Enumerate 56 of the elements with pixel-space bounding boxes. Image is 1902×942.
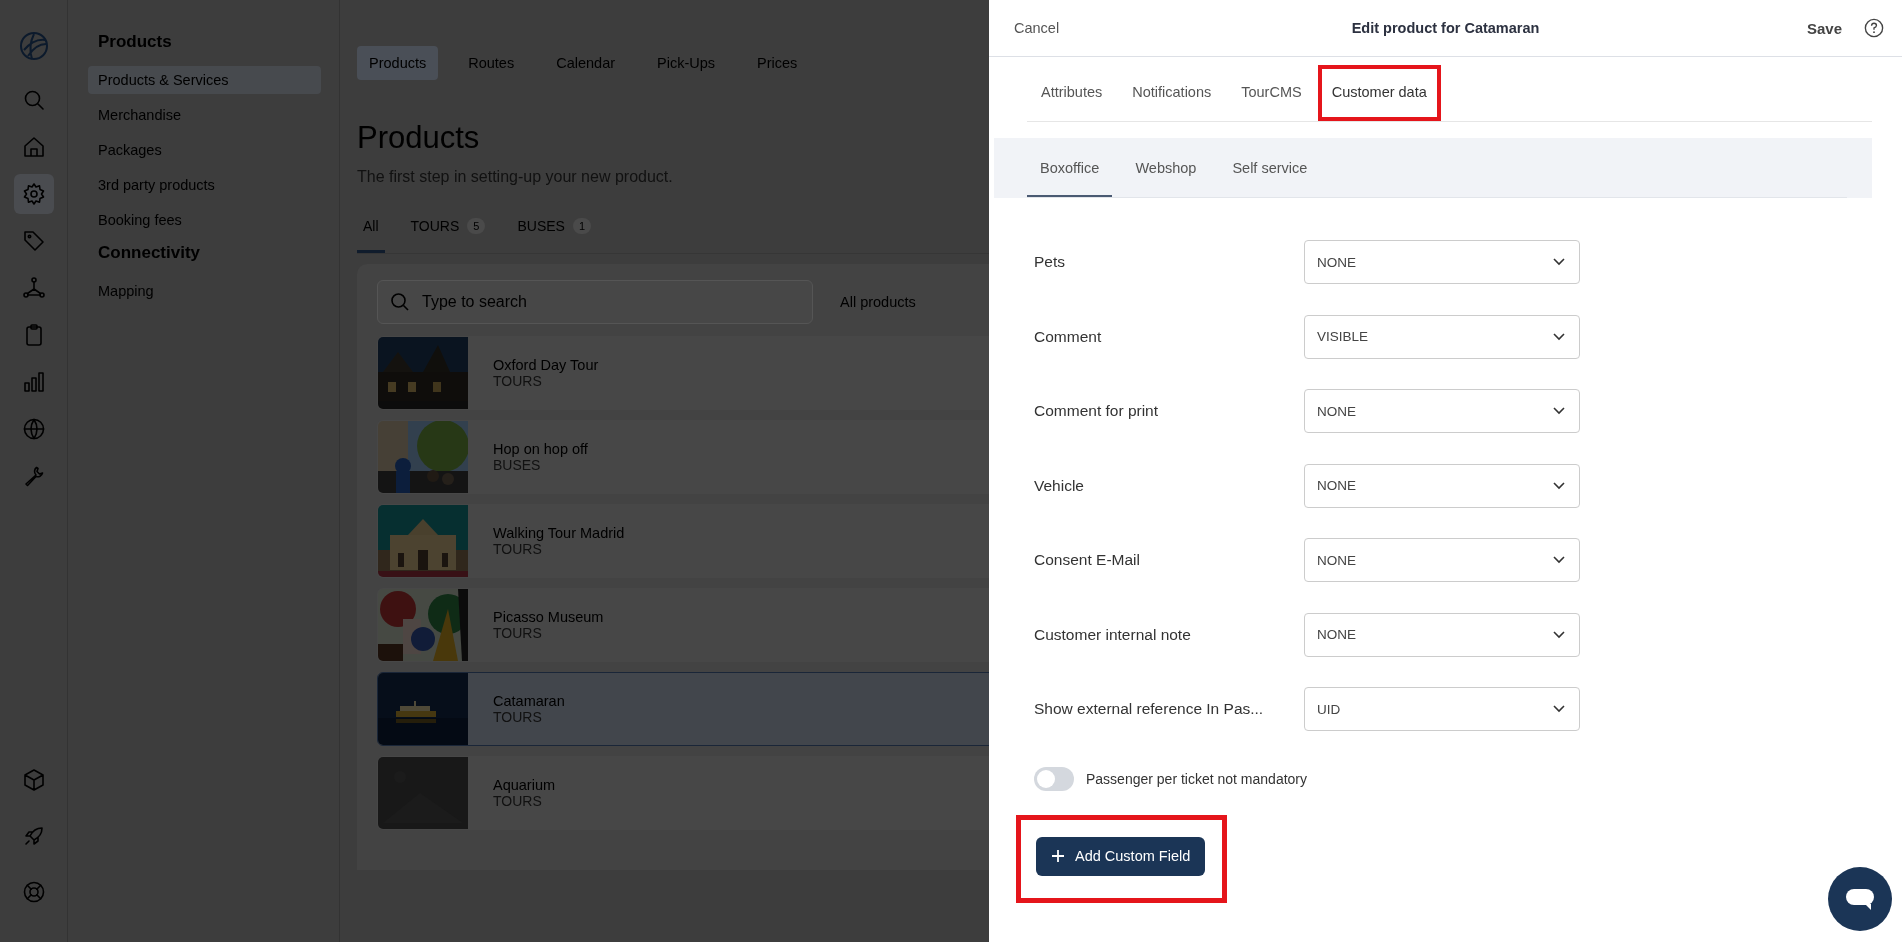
drawer-title: Edit product for Catamaran xyxy=(1351,20,1540,36)
chevron-down-icon xyxy=(1553,705,1565,714)
drawer-tab[interactable]: TourCMS xyxy=(1227,65,1316,121)
count-badge: 5 xyxy=(467,218,486,234)
product-category: TOURS xyxy=(493,709,543,725)
visibility-dropdown[interactable]: NONE xyxy=(1304,240,1580,285)
product-name: Walking Tour Madrid xyxy=(493,525,625,541)
toggle-label: Passenger per ticket not mandatory xyxy=(1086,770,1307,787)
chevron-down-icon xyxy=(1553,258,1565,267)
product-name: Catamaran xyxy=(493,693,565,709)
field-label: Comment xyxy=(1034,327,1103,346)
search-field[interactable]: Type to search xyxy=(377,280,813,324)
toggle-switch[interactable] xyxy=(1034,766,1074,791)
visibility-dropdown[interactable]: UID xyxy=(1304,687,1580,732)
chevron-down-icon xyxy=(1553,481,1565,490)
help-icon[interactable] xyxy=(1864,18,1884,38)
search-icon xyxy=(390,292,410,312)
settings-icon[interactable] xyxy=(13,174,54,214)
product-name: Aquarium xyxy=(493,777,556,793)
field-label: Customer internal note xyxy=(1034,625,1192,644)
globe-logo-icon[interactable] xyxy=(17,30,50,62)
sidebar-heading: Connectivity xyxy=(97,242,202,264)
cancel-link[interactable]: Cancel xyxy=(1014,20,1060,36)
save-link[interactable]: Save xyxy=(1806,19,1842,37)
chevron-down-icon xyxy=(1553,332,1565,341)
sub-tab[interactable]: Self service xyxy=(1219,138,1321,197)
sidebar-heading: Products xyxy=(97,31,173,53)
filter-tab-label: BUSES xyxy=(517,218,565,234)
visibility-dropdown[interactable]: VISIBLE xyxy=(1304,314,1580,359)
field-label: Pets xyxy=(1034,253,1066,272)
visibility-dropdown[interactable]: NONE xyxy=(1304,389,1580,434)
field-label: Show external reference In Pas... xyxy=(1034,700,1265,719)
product-name: Hop on hop off xyxy=(493,441,588,457)
count-badge: 1 xyxy=(572,218,592,234)
add-custom-field-button[interactable]: Add Custom Field xyxy=(1036,836,1206,876)
chevron-down-icon xyxy=(1553,407,1565,416)
field-label: Consent E-Mail xyxy=(1034,551,1141,570)
sub-tab[interactable]: Boxoffice xyxy=(1027,138,1113,197)
page-title: Products xyxy=(357,120,480,156)
plus-icon xyxy=(1051,849,1065,863)
drawer-tab[interactable]: Customer data xyxy=(1317,65,1441,121)
filter-tab-label: All xyxy=(363,218,379,234)
visibility-dropdown[interactable]: NONE xyxy=(1304,463,1580,508)
field-label: Vehicle xyxy=(1034,476,1085,495)
chevron-down-icon xyxy=(1553,630,1565,639)
product-name: Picasso Museum xyxy=(493,609,604,625)
field-label: Comment for print xyxy=(1034,402,1160,421)
drawer-tab[interactable]: Attributes xyxy=(1027,65,1117,121)
sub-tab[interactable]: Webshop xyxy=(1122,138,1210,197)
chat-bubble-icon xyxy=(1845,887,1875,911)
visibility-dropdown[interactable]: NONE xyxy=(1304,612,1580,657)
filter-tab-label: TOURS xyxy=(410,218,460,234)
drawer-tab[interactable]: Notifications xyxy=(1118,65,1226,121)
chevron-down-icon xyxy=(1553,556,1565,565)
visibility-dropdown[interactable]: NONE xyxy=(1304,538,1580,583)
product-name: Oxford Day Tour xyxy=(493,357,599,373)
